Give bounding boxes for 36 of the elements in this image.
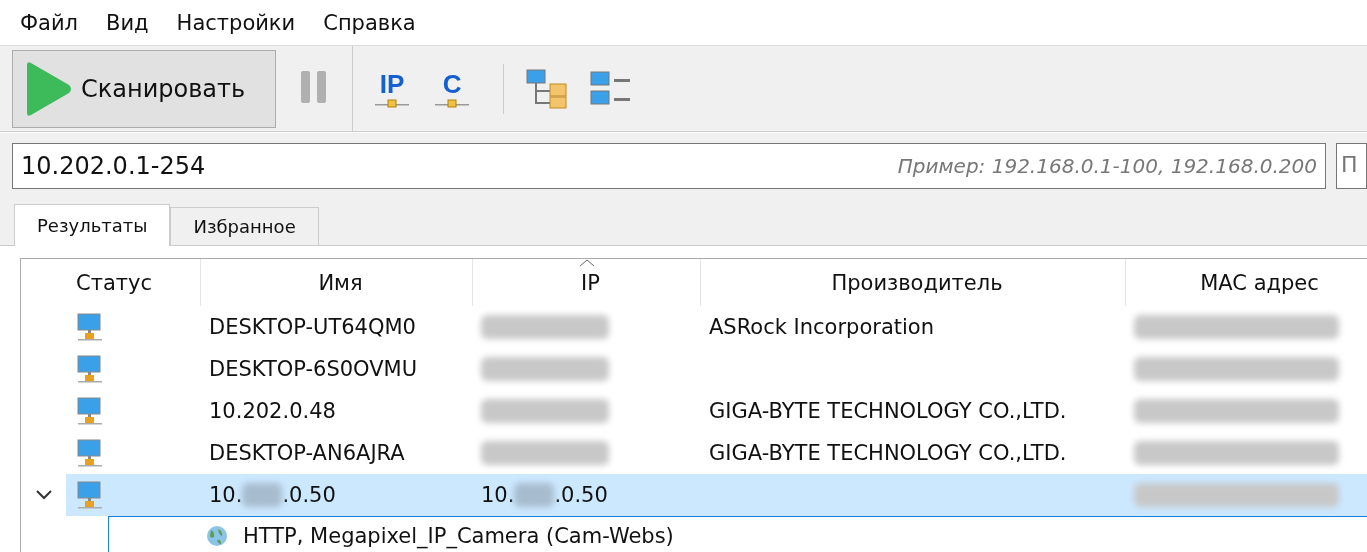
service-row[interactable]: HTTP, Megapixel_IP_Camera (Cam-Webs) <box>108 516 1367 552</box>
table-cell: ASRock Incorporation <box>709 315 934 339</box>
table-cell: GIGA-BYTE TECHNOLOGY CO.,LTD. <box>709 399 1067 423</box>
table-cell: DESKTOP-AN6AJRA <box>209 441 405 465</box>
next-field[interactable]: П <box>1336 143 1367 189</box>
ip-range-button[interactable]: IP <box>365 65 420 112</box>
table-cell: 10.202.0.48 <box>209 399 336 423</box>
network-node-icon <box>375 97 410 108</box>
tab[interactable]: Результаты <box>14 204 171 246</box>
tab[interactable]: Избранное <box>170 207 319 245</box>
service-label: HTTP, Megapixel_IP_Camera (Cam-Webs) <box>243 524 674 548</box>
ip-range-field[interactable]: 10.202.0.1-254 Пример: 192.168.0.1-100, 192.168.0.200 <box>12 143 1326 189</box>
table-cell: DESKTOP-UT64QM0 <box>209 315 416 339</box>
blurred-text <box>514 483 555 507</box>
column-header[interactable]: IP <box>473 259 701 306</box>
table-cell: DESKTOP-6S0OVMU <box>209 357 418 381</box>
table-cell: .0.50 <box>554 483 608 507</box>
column-header[interactable]: Имя <box>201 259 473 306</box>
scan-button[interactable]: Сканировать <box>12 49 277 128</box>
table-cell: 10. <box>481 483 515 507</box>
blurred-text <box>242 483 283 507</box>
menu-item[interactable]: Файл <box>20 10 79 35</box>
table-cell: .0.50 <box>282 483 336 507</box>
menu-item[interactable]: Вид <box>106 10 149 35</box>
table-cell: 10. <box>209 483 243 507</box>
table-cell: GIGA-BYTE TECHNOLOGY CO.,LTD. <box>709 441 1067 465</box>
menu-item[interactable]: Настройки <box>176 10 296 35</box>
chevron-icon[interactable] <box>34 489 53 501</box>
column-header[interactable]: Производитель <box>701 259 1126 306</box>
column-header[interactable]: Статус <box>66 259 201 306</box>
class-button[interactable]: C <box>425 65 480 112</box>
tree-view-icon[interactable] <box>526 68 569 109</box>
column-header[interactable]: MAC адрес <box>1126 259 1367 306</box>
menu-item[interactable]: Справка <box>323 10 416 35</box>
globe-icon <box>205 524 229 548</box>
network-node-icon <box>435 97 470 108</box>
